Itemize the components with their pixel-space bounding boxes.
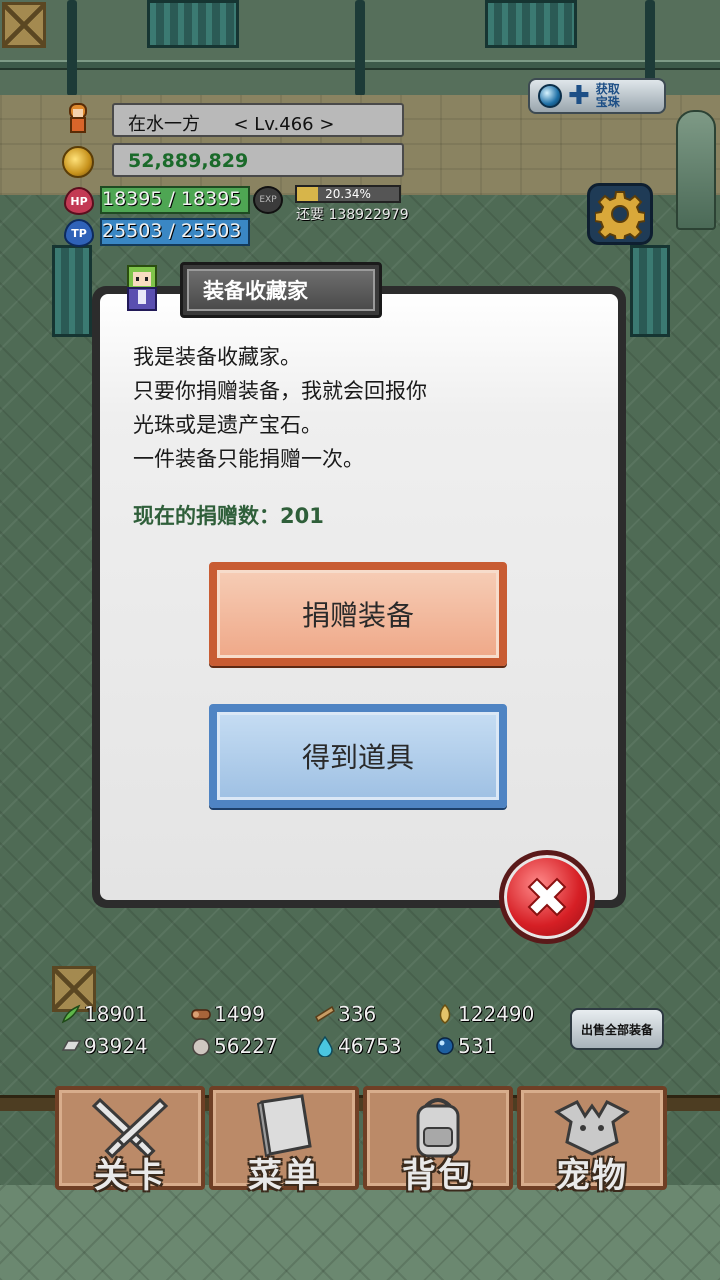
ore-count: 93924: [84, 1034, 148, 1058]
gem-orb-icon: [538, 84, 562, 108]
dialog-line: 一件装备只能捐赠一次。: [133, 447, 364, 471]
player-name-box: 在水一方 < Lv.466 >: [112, 103, 404, 137]
resource-ore: 93924: [60, 1034, 148, 1058]
sell-all-equipment-button[interactable]: 出售全部装备: [570, 1008, 664, 1050]
gem-label-line2: 宝珠: [595, 95, 620, 109]
tp-heart-icon: TP: [64, 219, 94, 247]
stone-icon: [192, 1038, 210, 1056]
sell-all-label: 出售全部装备: [580, 1022, 653, 1037]
tp-value: 25503 / 25503: [102, 220, 242, 242]
donate-equipment-button[interactable]: 捐赠装备: [209, 562, 507, 666]
park-bench: [630, 245, 670, 337]
exp-percent: 20.34%: [325, 187, 371, 201]
dialog-title: 装备收藏家: [187, 269, 375, 311]
herb-icon: [61, 1004, 81, 1024]
close-dialog-button[interactable]: [499, 850, 595, 944]
dialog-message: 我是装备收藏家。 只要你捐赠装备，我就会回报你 光珠或是遗产宝石。 一件装备只能…: [133, 340, 593, 476]
orb-icon: [436, 1037, 454, 1055]
resource-plank: 336: [314, 1002, 376, 1026]
park-bench: [485, 0, 577, 48]
nav-stage-button[interactable]: 关卡: [55, 1086, 205, 1196]
wooden-crate: [2, 2, 46, 48]
herb-count: 18901: [84, 1002, 148, 1026]
dialog-line: 我是装备收藏家。: [133, 345, 301, 369]
settings-button[interactable]: [587, 183, 653, 245]
exp-needed: 还要 138922979: [296, 207, 409, 223]
hp-value: 18395 / 18395: [102, 188, 242, 210]
player-level: < Lv.466 >: [233, 114, 335, 135]
close-icon: [527, 877, 567, 917]
plus-icon: ✚: [568, 81, 590, 111]
dialog-line: 只要你捐赠装备，我就会回报你: [133, 379, 427, 403]
water-drop-icon: [317, 1035, 333, 1057]
lamp-post: [67, 0, 77, 96]
nav-menu-label: 菜单: [248, 1156, 320, 1196]
nav-pet-label: 宠物: [556, 1156, 628, 1196]
hp-heart-icon: HP: [64, 187, 94, 215]
resource-wood: 1499: [190, 1002, 265, 1026]
stone-count: 56227: [214, 1034, 278, 1058]
park-bench: [147, 0, 239, 48]
donation-count: 现在的捐赠数：201: [133, 504, 324, 528]
gold-amount: 52,889,829: [112, 143, 404, 177]
resource-herb: 18901: [60, 1002, 148, 1026]
seed-icon: [439, 1003, 451, 1024]
get-items-button[interactable]: 得到道具: [209, 704, 507, 808]
nav-bag-button[interactable]: 背包: [363, 1086, 513, 1196]
exp-icon: EXP: [253, 186, 283, 214]
stone-statue: [676, 110, 716, 230]
lamp-post: [355, 0, 365, 96]
log-icon: [191, 1009, 211, 1020]
gold-coin-icon: [62, 146, 94, 178]
plank-count: 336: [338, 1002, 377, 1026]
wood-count: 1499: [214, 1002, 265, 1026]
donate-equipment-label: 捐赠装备: [301, 599, 414, 632]
plank-icon: [315, 1005, 335, 1023]
dialog-title-tab: 装备收藏家: [180, 262, 382, 318]
water-count: 46753: [338, 1034, 402, 1058]
npc-collector-avatar: [120, 262, 164, 316]
ingot-icon: [61, 1040, 82, 1051]
resource-stone: 56227: [190, 1034, 278, 1058]
exp-bar: 20.34%: [295, 185, 401, 203]
bottom-ground: [0, 1185, 720, 1280]
nav-menu-button[interactable]: 菜单: [209, 1086, 359, 1196]
nav-pet-button[interactable]: 宠物: [517, 1086, 667, 1196]
dialog-line: 光珠或是遗产宝石。: [133, 413, 322, 437]
seed-count: 122490: [458, 1002, 535, 1026]
gear-icon: [595, 191, 645, 239]
resource-seed: 122490: [434, 1002, 534, 1026]
park-bench: [52, 245, 92, 337]
get-items-label: 得到道具: [301, 741, 414, 774]
player-avatar: [62, 102, 94, 136]
nav-bag-label: 背包: [402, 1156, 474, 1196]
orb-count: 531: [458, 1034, 497, 1058]
resource-water: 46753: [314, 1034, 402, 1058]
nav-stage-label: 关卡: [94, 1156, 166, 1196]
resource-orb: 531: [434, 1034, 496, 1058]
get-gems-button[interactable]: ✚ 获取 宝珠: [528, 78, 666, 114]
player-name: 在水一方: [128, 114, 200, 135]
